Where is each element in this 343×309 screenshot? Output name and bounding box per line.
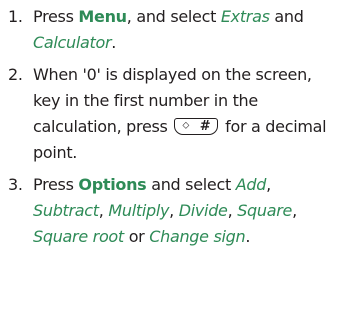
step-number: 1.	[8, 7, 23, 26]
separator: ,	[292, 201, 297, 220]
step-3: 3. Press Options and select Add, Subtrac…	[0, 172, 343, 250]
step-number: 2.	[8, 65, 23, 84]
divide-option: Divide	[178, 201, 228, 220]
step-text: , and select	[126, 7, 221, 26]
step-text: or	[123, 227, 150, 246]
key-hash: #	[199, 119, 211, 134]
step-text: and select	[146, 175, 236, 194]
extras-option: Extras	[220, 7, 270, 26]
hash-key-icon: ⬦ #	[174, 118, 219, 135]
subtract-option: Subtract	[33, 201, 99, 220]
separator: ,	[266, 175, 271, 194]
menu-keyword: Menu	[78, 7, 127, 26]
separator: ,	[98, 201, 109, 220]
square-option: Square	[237, 201, 293, 220]
step-text: and	[269, 7, 304, 26]
multiply-option: Multiply	[108, 201, 170, 220]
key-symbol: ⬦	[182, 120, 190, 131]
add-option: Add	[235, 175, 267, 194]
step-text: Press	[33, 7, 79, 26]
separator: ,	[227, 201, 238, 220]
step-2: 2. When '0' is displayed on the screen, …	[0, 62, 343, 166]
options-keyword: Options	[78, 175, 147, 194]
step-text: .	[245, 227, 251, 246]
step-number: 3.	[8, 175, 23, 194]
separator: ,	[169, 201, 179, 220]
step-text: .	[111, 33, 117, 52]
calculator-option: Calculator	[33, 33, 112, 52]
step-text: Press	[33, 175, 79, 194]
change-sign-option: Change sign	[149, 227, 246, 246]
step-1: 1. Press Menu, and select Extras and Cal…	[0, 4, 343, 56]
square-root-option: Square root	[33, 227, 124, 246]
instruction-list: 1. Press Menu, and select Extras and Cal…	[0, 0, 343, 250]
